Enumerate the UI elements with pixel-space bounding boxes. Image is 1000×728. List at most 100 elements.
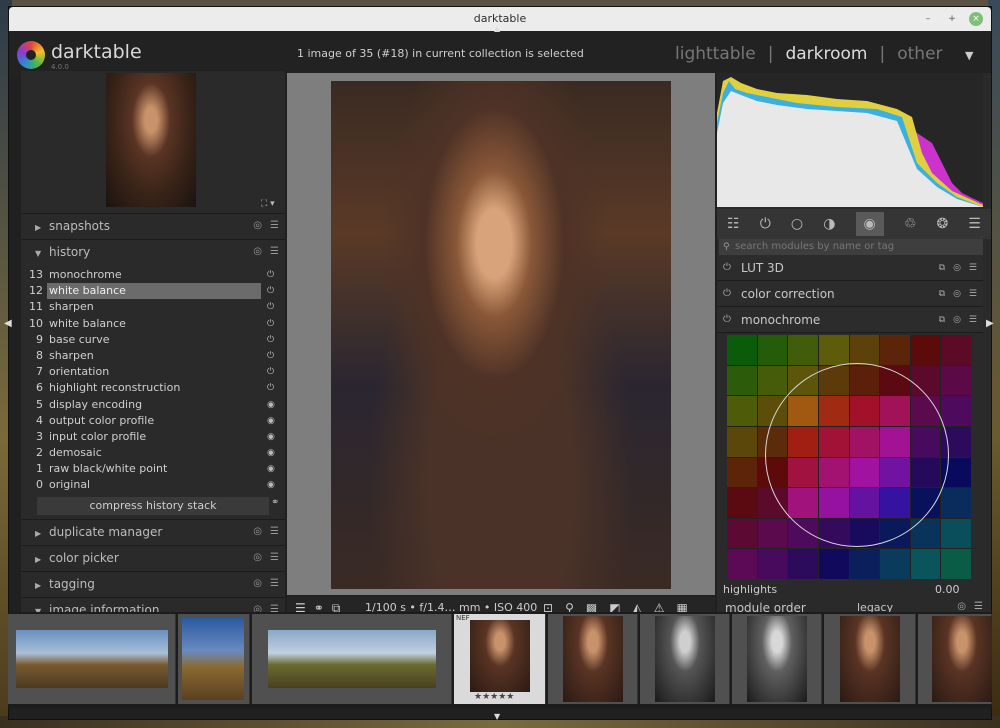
- color-grid-cell: [727, 426, 757, 457]
- collapse-bottom-panel-icon[interactable]: ▼: [494, 712, 500, 721]
- presets-icon[interactable]: ☰: [969, 307, 977, 333]
- reset-icon[interactable]: ◎: [953, 255, 961, 281]
- navigation-thumbnail[interactable]: [106, 73, 196, 207]
- reset-icon[interactable]: ◎: [253, 546, 262, 570]
- section-snapshots[interactable]: ▶ snapshots ◎ ☰: [21, 213, 285, 237]
- presets-icon[interactable]: ☰: [974, 601, 983, 612]
- history-item[interactable]: 6 highlight reconstruction ⏻: [23, 380, 285, 396]
- close-button[interactable]: ×: [969, 12, 983, 26]
- main-photo[interactable]: [331, 81, 671, 589]
- history-item[interactable]: 1 raw black/white point ◉: [23, 461, 285, 477]
- minimize-button[interactable]: –: [921, 12, 935, 26]
- collapse-left-panel-icon[interactable]: ◀: [4, 318, 12, 329]
- power-icon[interactable]: ⏻: [723, 307, 731, 333]
- collapse-top-panel-icon[interactable]: ▲: [494, 24, 500, 33]
- presets-icon[interactable]: ☰: [969, 281, 977, 307]
- section-duplicate-manager[interactable]: ▶ duplicate manager ◎ ☰: [21, 519, 285, 543]
- effect-group-icon[interactable]: ❂: [936, 216, 948, 232]
- zoom-fit-icon[interactable]: ⛶ ▾: [261, 199, 275, 209]
- active-modules-icon[interactable]: ⏻: [760, 216, 771, 232]
- power-icon: ⏻: [267, 334, 275, 345]
- section-label: color picker: [49, 551, 119, 565]
- reset-icon[interactable]: ◎: [953, 281, 961, 307]
- correct-group-icon[interactable]: ♲: [904, 216, 917, 232]
- filmstrip-thumbnail[interactable]: [640, 614, 730, 704]
- reset-icon[interactable]: ◎: [253, 572, 262, 596]
- history-item[interactable]: 8 sharpen ⏻: [23, 348, 285, 364]
- history-item[interactable]: 10 white balance ⏻: [23, 316, 285, 332]
- filmstrip-thumbnail[interactable]: [252, 614, 452, 704]
- section-tagging[interactable]: ▶ tagging ◎ ☰: [21, 571, 285, 595]
- reset-icon[interactable]: ◎: [253, 520, 262, 544]
- history-item[interactable]: 0 original ◉: [23, 477, 285, 493]
- filmstrip-thumbnail-selected[interactable]: NEF ★★★★★: [454, 614, 546, 704]
- reset-icon[interactable]: ◎: [957, 601, 966, 612]
- module-monochrome[interactable]: ⏻ monochrome ⧉ ◎ ☰: [717, 307, 983, 333]
- history-num: 11: [29, 300, 43, 314]
- reset-icon[interactable]: ◎: [253, 240, 262, 264]
- presets-icon[interactable]: ☰: [270, 520, 279, 544]
- tone-group-icon[interactable]: ◑: [823, 216, 835, 232]
- expand-triangle-icon: ▶: [35, 529, 42, 538]
- history-item[interactable]: 9 base curve ⏻: [23, 332, 285, 348]
- filter-circle[interactable]: [765, 363, 949, 547]
- history-item[interactable]: 12 white balance ⏻: [23, 283, 285, 300]
- image-canvas[interactable]: [287, 73, 715, 595]
- power-icon[interactable]: ⏻: [723, 281, 731, 307]
- view-lighttable[interactable]: lighttable: [675, 44, 756, 64]
- filmstrip-thumbnail[interactable]: [918, 614, 992, 704]
- module-color-correction[interactable]: ⏻ color correction ⧉ ◎ ☰: [717, 281, 983, 307]
- highlights-slider[interactable]: 0.00: [935, 583, 960, 596]
- presets-icon[interactable]: ☰: [270, 240, 279, 264]
- presets-icon[interactable]: ☰: [968, 216, 981, 232]
- reset-icon[interactable]: ◎: [253, 214, 262, 238]
- views-dropdown-icon[interactable]: ▼: [965, 49, 973, 62]
- module-search-input[interactable]: ⚲ search modules by name or tag: [719, 239, 983, 255]
- reset-icon[interactable]: ◎: [953, 307, 961, 333]
- monochrome-color-grid[interactable]: [727, 335, 971, 579]
- thumbnail-image: [268, 630, 436, 688]
- base-group-icon[interactable]: ○: [791, 216, 803, 232]
- multi-instance-icon[interactable]: ⧉: [939, 307, 945, 333]
- history-item[interactable]: 7 orientation ⏻: [23, 364, 285, 380]
- history-name: highlight reconstruction: [49, 381, 181, 395]
- history-item[interactable]: 11 sharpen ⏻: [23, 299, 285, 315]
- color-group-icon[interactable]: ◉: [855, 212, 884, 236]
- presets-icon[interactable]: ☰: [270, 546, 279, 570]
- view-other[interactable]: other: [897, 44, 942, 64]
- filmstrip-thumbnail[interactable]: [824, 614, 916, 704]
- history-item[interactable]: 4 output color profile ◉: [23, 413, 285, 429]
- module-lut-3d[interactable]: ⏻ LUT 3D ⧉ ◎ ☰: [717, 255, 983, 281]
- filmstrip-thumbnail[interactable]: [8, 614, 176, 704]
- color-grid-cell: [880, 335, 910, 365]
- view-darkroom[interactable]: darkroom: [785, 44, 867, 64]
- history-name: input color profile: [49, 429, 147, 443]
- section-history[interactable]: ▼ history ◎ ☰: [21, 239, 285, 263]
- presets-icon[interactable]: ☰: [969, 255, 977, 281]
- power-icon[interactable]: ⏻: [723, 255, 731, 281]
- presets-icon[interactable]: ☰: [270, 214, 279, 238]
- multi-instance-icon[interactable]: ⧉: [939, 255, 945, 281]
- multi-instance-icon[interactable]: ⧉: [939, 281, 945, 307]
- history-num: 7: [36, 365, 43, 379]
- collapse-right-panel-icon[interactable]: ▶: [986, 318, 994, 329]
- filmstrip-thumbnail[interactable]: [548, 614, 638, 704]
- history-item[interactable]: 2 demosaic ◉: [23, 445, 285, 461]
- maximize-button[interactable]: +: [945, 12, 959, 26]
- history-item[interactable]: 5 display encoding ◉: [23, 397, 285, 413]
- filmstrip-thumbnail[interactable]: [732, 614, 822, 704]
- history-name: white balance: [47, 283, 261, 300]
- color-grid-cell: [941, 335, 971, 365]
- histogram[interactable]: [717, 73, 983, 207]
- quick-access-panel-icon[interactable]: ☷: [727, 216, 740, 232]
- thumbnail-image: [182, 618, 244, 700]
- star-rating[interactable]: ★★★★★: [474, 692, 514, 702]
- history-item[interactable]: 13 monochrome ⏻: [23, 267, 285, 283]
- truncate-history-icon[interactable]: ⚭: [271, 497, 279, 508]
- compress-history-button[interactable]: compress history stack: [37, 497, 269, 515]
- history-item[interactable]: 3 input color profile ◉: [23, 429, 285, 445]
- selection-status: 1 image of 35 (#18) in current collectio…: [297, 47, 584, 60]
- filmstrip-thumbnail[interactable]: [178, 614, 250, 704]
- section-color-picker[interactable]: ▶ color picker ◎ ☰: [21, 545, 285, 569]
- presets-icon[interactable]: ☰: [270, 572, 279, 596]
